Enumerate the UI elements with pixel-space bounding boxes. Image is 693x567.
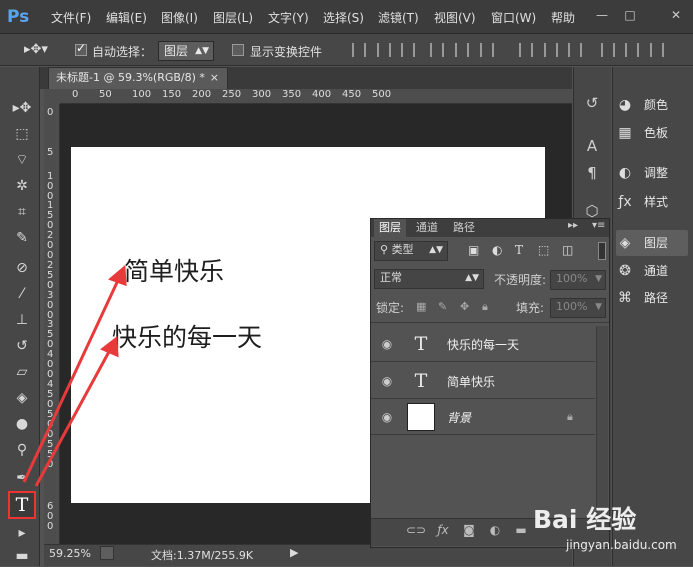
paths-icon: ⌘ — [618, 290, 632, 306]
tab-layers[interactable]: 图层 — [374, 219, 406, 237]
dropdown-arrow-icon: ▲▼ — [465, 273, 479, 283]
lock-position-icon[interactable]: ✥ — [460, 300, 469, 313]
search-icon: ⚲ — [380, 243, 392, 256]
link-layers-icon[interactable]: ⊂⊃ — [406, 521, 426, 539]
paths-panel-label: 路径 — [644, 291, 669, 305]
paths-panel-button[interactable]: ⌘ 路径 — [616, 285, 688, 311]
layer-name[interactable]: 快乐的每一天 — [447, 336, 519, 353]
lock-icon: 🔒︎ — [567, 410, 573, 423]
dropdown-arrow-icon: ▼ — [595, 302, 602, 312]
annotation-arrow-line — [22, 275, 122, 483]
blend-mode-dropdown[interactable]: 正常 ▲▼ — [374, 269, 484, 289]
layers-panel-label: 图层 — [644, 236, 669, 250]
watermark-url: jingyan.baidu.com — [566, 538, 677, 552]
annotation-arrowhead — [100, 336, 119, 358]
add-mask-icon[interactable]: ◙ — [460, 521, 478, 539]
lock-transparent-icon[interactable]: ▦ — [416, 300, 426, 313]
layer-row[interactable]: ◉ T 快乐的每一天 — [371, 326, 595, 362]
status-menu-arrow-icon[interactable]: ▶ — [290, 546, 298, 559]
filter-shape-icon[interactable]: ⬚ — [538, 243, 549, 257]
layer-filter-value: 类型 — [391, 243, 414, 256]
styles-panel-label: 样式 — [644, 195, 669, 209]
baidu-jingyan-logo: Bai 经验 — [533, 505, 637, 534]
collapse-panel-icon[interactable]: ▸▸ — [568, 220, 578, 231]
blend-mode-value: 正常 — [380, 271, 402, 284]
eye-icon[interactable]: ◉ — [380, 410, 394, 424]
lock-all-icon[interactable]: 🔒︎ — [482, 300, 488, 314]
background-thumbnail — [407, 403, 435, 431]
zoom-level[interactable]: 59.25% — [49, 547, 91, 560]
adjustments-icon: ◐ — [618, 165, 632, 181]
history-panel-icon[interactable]: ↺ — [580, 92, 604, 114]
filter-toggle-switch[interactable] — [598, 242, 606, 260]
adjustments-panel-label: 调整 — [644, 166, 669, 180]
paragraph-panel-icon[interactable]: ¶ — [580, 162, 604, 184]
lock-pixels-icon[interactable]: ✎ — [438, 300, 447, 313]
document-size-info: 文档:1.37M/255.9K — [151, 549, 254, 562]
channels-panel-button[interactable]: ❂ 通道 — [616, 258, 688, 284]
text-layer-thumbnail-icon: T — [414, 370, 428, 392]
tab-paths[interactable]: 路径 — [448, 219, 480, 237]
filter-smart-object-icon[interactable]: ◫ — [562, 243, 573, 257]
text-layer-thumbnail-icon: T — [414, 333, 428, 355]
eye-icon[interactable]: ◉ — [380, 374, 394, 388]
fill-value: 100% — [556, 300, 588, 313]
color-panel-button[interactable]: ◕ 颜色 — [616, 92, 688, 118]
swatches-panel-button[interactable]: ▦ 色板 — [616, 120, 688, 146]
filter-pixel-icon[interactable]: ▣ — [468, 243, 479, 257]
layer-row[interactable]: ◉ 背景 🔒︎ — [371, 399, 595, 435]
filter-type-icon[interactable]: T — [515, 243, 523, 257]
fill-label: 填充: — [516, 301, 545, 315]
status-options-icon[interactable] — [100, 546, 114, 560]
swatches-panel-label: 色板 — [644, 126, 669, 140]
lock-label: 锁定: — [376, 301, 405, 315]
tab-channels[interactable]: 通道 — [411, 219, 443, 237]
channels-panel-label: 通道 — [644, 264, 669, 278]
character-panel-icon[interactable]: A — [580, 135, 604, 157]
layer-row[interactable]: ◉ T 简单快乐 — [371, 363, 595, 399]
color-palette-icon: ◕ — [618, 97, 632, 113]
adjustment-layer-icon[interactable]: ◐ — [486, 521, 504, 539]
styles-panel-button[interactable]: ƒx 样式 — [616, 189, 688, 215]
layers-icon: ◈ — [619, 235, 631, 251]
opacity-field[interactable]: 100% ▼ — [550, 270, 606, 290]
eye-icon[interactable]: ◉ — [380, 337, 394, 351]
layer-name[interactable]: 背景 — [447, 409, 471, 426]
layer-filter-dropdown[interactable]: ⚲ 类型 ▲▼ — [374, 241, 448, 261]
filter-adjustment-icon[interactable]: ◐ — [492, 243, 502, 257]
styles-icon: ƒx — [618, 194, 632, 210]
new-group-icon[interactable]: ▬ — [512, 521, 530, 539]
channels-icon: ❂ — [619, 263, 631, 279]
opacity-label: 不透明度: — [494, 273, 547, 287]
fill-field[interactable]: 100% ▼ — [550, 298, 606, 318]
layers-panel-button[interactable]: ◈ 图层 — [616, 230, 688, 256]
layer-name[interactable]: 简单快乐 — [447, 373, 495, 390]
swatches-icon: ▦ — [618, 125, 632, 141]
divider — [371, 322, 609, 323]
dropdown-arrow-icon: ▼ — [595, 274, 602, 284]
annotation-arrow-line — [34, 347, 113, 487]
fx-icon[interactable]: ƒx — [434, 521, 452, 539]
opacity-value: 100% — [556, 272, 588, 285]
layers-scrollbar[interactable] — [596, 326, 608, 516]
color-panel-label: 颜色 — [644, 98, 669, 112]
annotation-arrowhead — [108, 264, 127, 287]
panel-menu-icon[interactable]: ▾≡ — [592, 220, 605, 231]
dropdown-arrow-icon: ▲▼ — [429, 245, 443, 255]
adjustments-panel-button[interactable]: ◐ 调整 — [616, 160, 688, 186]
